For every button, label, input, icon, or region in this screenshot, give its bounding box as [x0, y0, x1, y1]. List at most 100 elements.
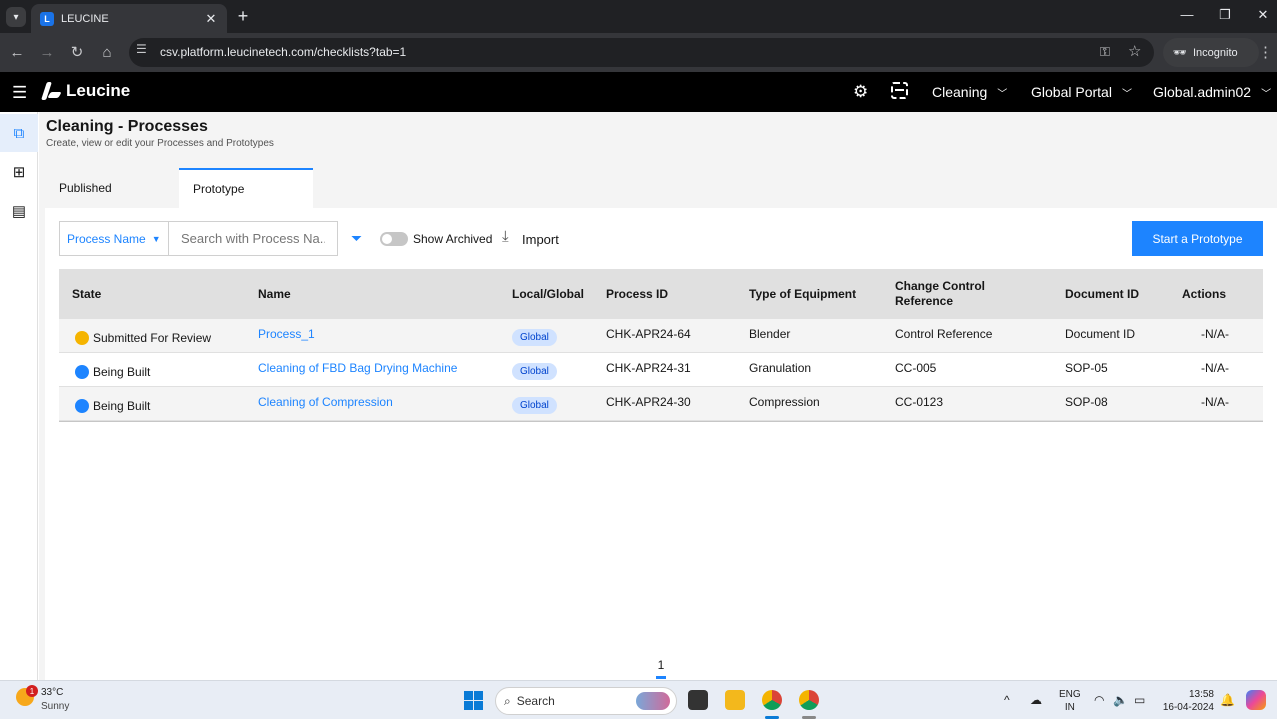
processes-nav-icon[interactable]: ⧉ — [0, 114, 38, 152]
start-prototype-button[interactable]: Start a Prototype — [1132, 221, 1263, 256]
close-window-icon[interactable]: ✕ — [1254, 7, 1272, 23]
chevron-up-icon[interactable]: ^ — [1004, 693, 1010, 707]
download-icon[interactable]: ⤓ — [502, 228, 509, 245]
table-row: Being Built Cleaning of FBD Bag Drying M… — [59, 353, 1263, 387]
close-tab-icon[interactable]: ✕ — [201, 11, 221, 27]
process-id-cell: CHK-APR24-31 — [606, 361, 691, 375]
taskbar-search[interactable]: ⌕ Search — [495, 687, 677, 715]
search-input[interactable] — [168, 221, 338, 256]
app-header: ☰ Leucine ⚙ Cleaning ﹀ Global Portal ﹀ G… — [0, 72, 1277, 112]
volume-muted-icon[interactable]: 🔈 — [1113, 693, 1128, 707]
chrome-profile-icon[interactable] — [799, 690, 819, 710]
state-cell: Being Built — [75, 355, 150, 389]
process-name-link[interactable]: Cleaning of Compression — [258, 385, 393, 419]
scan-icon[interactable] — [891, 82, 908, 99]
state-label: Being Built — [93, 365, 151, 379]
back-icon[interactable]: ← — [7, 42, 27, 62]
scope-badge: Global — [512, 396, 557, 414]
user-label: Global.admin02 — [1153, 84, 1252, 100]
home-icon[interactable]: ⌂ — [97, 42, 117, 62]
status-dot — [75, 399, 89, 413]
taskbar-search-label: Search — [516, 694, 555, 708]
network-drive-icon[interactable]: ☁ — [1030, 693, 1042, 707]
settings-gear-icon[interactable]: ⚙ — [853, 82, 868, 102]
temperature[interactable]: 33°C — [41, 687, 63, 698]
browser-toolbar: ← → ↻ ⌂ ☰ csv.platform.leucinetech.com/c… — [0, 33, 1277, 72]
reload-icon[interactable]: ↻ — [67, 42, 87, 62]
process-id-cell: CHK-APR24-64 — [606, 327, 691, 341]
leucine-logo-icon — [41, 81, 61, 101]
minimize-icon[interactable]: — — [1178, 7, 1196, 22]
leucine-logo[interactable]: Leucine — [41, 81, 130, 101]
brand-name: Leucine — [66, 81, 131, 100]
battery-icon[interactable]: ▭ — [1134, 693, 1145, 707]
module-dropdown[interactable]: Cleaning ﹀ — [932, 84, 1007, 100]
left-rail: ⧉ ⊞ ▤ — [0, 112, 38, 680]
task-view-icon[interactable] — [688, 690, 708, 710]
change-ref-cell: CC-005 — [895, 361, 937, 375]
tab-prototype[interactable]: Prototype — [179, 168, 313, 208]
state-label: Submitted For Review — [93, 331, 212, 345]
change-ref-cell: Control Reference — [895, 327, 993, 341]
key-icon[interactable]: ⚿ — [1100, 44, 1110, 60]
notification-bell-icon[interactable]: 🔔 — [1220, 693, 1235, 707]
incognito-badge[interactable]: 🕶 Incognito — [1163, 38, 1259, 67]
chevron-down-icon: ﹀ — [997, 88, 1008, 100]
portal-dropdown[interactable]: Global Portal ﹀ — [1031, 84, 1132, 100]
process-name-text[interactable]: Process_1 — [258, 327, 315, 341]
language-code: ENG — [1059, 689, 1081, 700]
scope-badge: Global — [512, 328, 557, 346]
actions-cell: -N/A- — [1201, 327, 1229, 341]
column-header-process-id: Process ID — [606, 286, 669, 301]
region-code: IN — [1064, 702, 1075, 713]
page-number-button[interactable]: 1 — [656, 658, 666, 672]
weather-condition: Sunny — [41, 701, 70, 712]
forward-icon[interactable]: → — [37, 42, 57, 62]
filter-funnel-icon[interactable]: ⏷ — [351, 230, 362, 247]
file-explorer-icon[interactable] — [725, 690, 745, 710]
page-subtitle: Create, view or edit your Processes and … — [46, 138, 274, 149]
table-row: Submitted For Review Process_1 Global CH… — [59, 319, 1263, 353]
language-indicator[interactable]: ENG IN — [1059, 688, 1081, 714]
wifi-icon[interactable]: ◠ — [1094, 693, 1104, 707]
weather-alert-badge: 1 — [26, 685, 38, 697]
user-dropdown[interactable]: Global.admin02 ﹀ — [1153, 84, 1271, 100]
copilot-icon[interactable] — [1246, 690, 1266, 710]
browser-tab[interactable]: L LEUCINE ✕ — [31, 4, 227, 33]
process-name-text[interactable]: Cleaning of FBD Bag Drying Machine — [258, 361, 457, 375]
browser-menu-icon[interactable]: ⋮ — [1258, 43, 1273, 61]
bookmark-star-icon[interactable]: ☆ — [1128, 42, 1141, 60]
portal-label: Global Portal — [1031, 84, 1112, 100]
reports-nav-icon[interactable]: ▤ — [0, 192, 38, 230]
table-row: Being Built Cleaning of Compression Glob… — [59, 387, 1263, 421]
hierarchy-nav-icon[interactable]: ⊞ — [0, 153, 38, 191]
change-ref-cell: CC-0123 — [895, 395, 944, 409]
new-tab-icon[interactable]: + — [234, 6, 252, 27]
import-button[interactable]: Import — [522, 232, 559, 247]
hamburger-menu-icon[interactable]: ☰ — [12, 83, 27, 103]
process-name-link[interactable]: Cleaning of FBD Bag Drying Machine — [258, 351, 457, 385]
url-text[interactable]: csv.platform.leucinetech.com/checklists?… — [160, 45, 406, 59]
windows-start-icon[interactable] — [464, 691, 483, 710]
show-archived-toggle[interactable] — [380, 232, 408, 246]
chevron-down-icon: ﹀ — [1261, 88, 1272, 100]
module-label: Cleaning — [932, 84, 988, 100]
process-name-text[interactable]: Cleaning of Compression — [258, 395, 393, 409]
system-clock[interactable]: 13:58 16-04-2024 — [1158, 688, 1214, 714]
browser-tabstrip: ▾ L LEUCINE ✕ + — ❐ ✕ — [0, 0, 1277, 33]
chrome-icon[interactable] — [762, 690, 782, 710]
site-info-icon[interactable]: ☰ — [136, 42, 147, 56]
search-highlight-icon — [636, 692, 670, 710]
clock-time: 13:58 — [1188, 689, 1214, 700]
chevron-down-icon: ﹀ — [1121, 88, 1132, 100]
tab-search-icon[interactable]: ▾ — [6, 7, 26, 27]
tab-published[interactable]: Published — [45, 168, 179, 208]
active-page-indicator — [656, 676, 666, 679]
browser-tab-title: LEUCINE — [61, 12, 109, 25]
filter-field-dropdown[interactable]: Process Name ▼ — [59, 221, 169, 256]
process-name-link[interactable]: Process_1 — [258, 317, 315, 351]
equipment-cell: Compression — [749, 395, 820, 409]
equipment-cell: Blender — [749, 327, 791, 341]
restore-icon[interactable]: ❐ — [1216, 7, 1234, 23]
search-icon: ⌕ — [504, 693, 511, 708]
